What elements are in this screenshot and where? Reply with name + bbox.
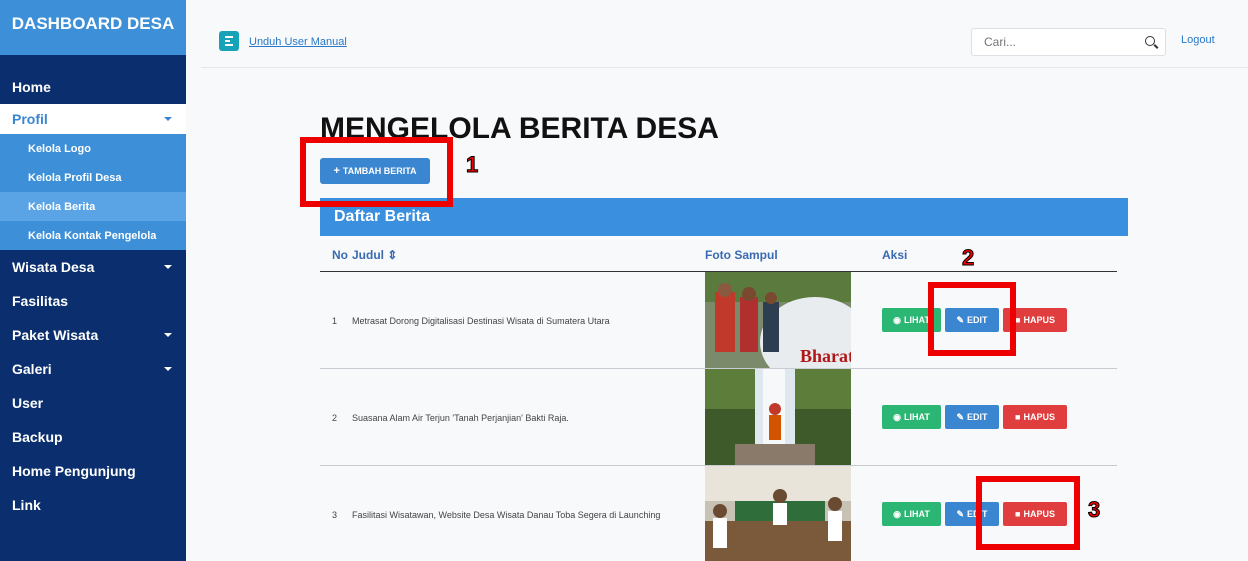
- search-icon[interactable]: [1145, 36, 1155, 46]
- annotation-label-1: 1: [465, 152, 479, 178]
- logout-link[interactable]: Logout: [1181, 34, 1215, 46]
- delete-label: HAPUS: [1023, 315, 1055, 325]
- menu-toggle-icon[interactable]: [219, 31, 239, 51]
- search-input[interactable]: [972, 29, 1122, 55]
- col-foto: Foto Sampul: [705, 248, 778, 262]
- edit-icon: ✎: [956, 508, 965, 519]
- search-box: [971, 28, 1166, 56]
- view-button[interactable]: ◉ LIHAT: [882, 502, 941, 526]
- chevron-down-icon: [164, 117, 172, 121]
- profil-submenu: Kelola Logo Kelola Profil Desa Kelola Be…: [0, 134, 186, 250]
- annotation-label-2: 2: [961, 245, 975, 271]
- row-number: 3: [332, 510, 338, 520]
- sidebar-item-user[interactable]: User: [0, 386, 186, 420]
- table-header: No Judul ⇕ Foto Sampul Aksi: [320, 236, 1117, 272]
- brand-title: DASHBOARD DESA: [0, 0, 186, 55]
- sidebar-subitem-kelola-kontak[interactable]: Kelola Kontak Pengelola: [0, 221, 186, 250]
- col-aksi: Aksi: [882, 248, 908, 262]
- row-title: Fasilitasi Wisatawan, Website Desa Wisat…: [352, 510, 661, 520]
- edit-icon: ✎: [956, 411, 965, 422]
- sidebar: DASHBOARD DESA Home Profil Kelola Logo K…: [0, 0, 186, 561]
- sidebar-item-label: Home: [12, 79, 51, 95]
- annotation-box-1: [300, 137, 453, 207]
- view-label: LIHAT: [904, 509, 930, 519]
- sidebar-item-home[interactable]: Home: [0, 70, 186, 104]
- sidebar-menu: Home Profil Kelola Logo Kelola Profil De…: [0, 70, 186, 522]
- cover-photo: [705, 466, 851, 561]
- eye-icon: ◉: [893, 411, 902, 422]
- row-title: Suasana Alam Air Terjun 'Tanah Perjanjia…: [352, 413, 569, 423]
- row-actions: ◉ LIHAT ✎ EDIT ■ HAPUS: [882, 405, 1067, 429]
- sidebar-item-link[interactable]: Link: [0, 488, 186, 522]
- eye-icon: ◉: [893, 314, 902, 325]
- chevron-down-icon: [164, 265, 172, 269]
- col-judul-sortable[interactable]: Judul ⇕: [352, 248, 397, 262]
- sidebar-item-galeri[interactable]: Galeri: [0, 352, 186, 386]
- sidebar-item-label: Galeri: [12, 361, 52, 377]
- sidebar-item-label: Link: [12, 497, 41, 513]
- sidebar-item-label: Home Pengunjung: [12, 463, 136, 479]
- annotation-label-3: 3: [1087, 497, 1101, 523]
- edit-button[interactable]: ✎ EDIT: [945, 405, 999, 429]
- sidebar-item-label: Paket Wisata: [12, 327, 99, 343]
- sidebar-item-label: Wisata Desa: [12, 259, 95, 275]
- sidebar-item-label: Backup: [12, 429, 63, 445]
- delete-button[interactable]: ■ HAPUS: [1003, 405, 1067, 429]
- svg-text:Bharat: Bharat: [800, 346, 851, 366]
- table-row: 2 Suasana Alam Air Terjun 'Tanah Perjanj…: [320, 369, 1117, 466]
- sidebar-item-backup[interactable]: Backup: [0, 420, 186, 454]
- row-number: 2: [332, 413, 338, 423]
- sidebar-item-paket-wisata[interactable]: Paket Wisata: [0, 318, 186, 352]
- cover-photo: [705, 369, 851, 465]
- sidebar-subitem-kelola-logo[interactable]: Kelola Logo: [0, 134, 186, 163]
- chevron-down-icon: [164, 333, 172, 337]
- trash-icon: ■: [1015, 412, 1021, 422]
- sidebar-item-profil[interactable]: Profil: [0, 104, 186, 134]
- annotation-box-2: [928, 282, 1016, 356]
- sidebar-item-label: User: [12, 395, 44, 411]
- annotation-box-3: [976, 476, 1080, 550]
- view-button[interactable]: ◉ LIHAT: [882, 405, 941, 429]
- sidebar-subitem-kelola-profil-desa[interactable]: Kelola Profil Desa: [0, 163, 186, 192]
- row-title: Metrasat Dorong Digitalisasi Destinasi W…: [352, 316, 610, 326]
- col-no: No: [332, 248, 348, 262]
- view-label: LIHAT: [904, 315, 930, 325]
- eye-icon: ◉: [893, 508, 902, 519]
- sidebar-item-fasilitas[interactable]: Fasilitas: [0, 284, 186, 318]
- sidebar-item-home-pengunjung[interactable]: Home Pengunjung: [0, 454, 186, 488]
- chevron-down-icon: [164, 367, 172, 371]
- sidebar-item-label: Fasilitas: [12, 293, 69, 309]
- sidebar-subitem-kelola-berita[interactable]: Kelola Berita: [0, 192, 186, 221]
- topbar: Unduh User Manual Logout: [201, 0, 1248, 68]
- row-number: 1: [332, 316, 338, 326]
- app: DASHBOARD DESA Home Profil Kelola Logo K…: [0, 0, 1248, 561]
- sidebar-item-wisata-desa[interactable]: Wisata Desa: [0, 250, 186, 284]
- sidebar-item-label: Profil: [12, 111, 48, 127]
- edit-label: EDIT: [967, 412, 988, 422]
- download-manual-link[interactable]: Unduh User Manual: [249, 36, 347, 48]
- delete-label: HAPUS: [1023, 412, 1055, 422]
- cover-photo: Bharat: [705, 272, 851, 368]
- view-label: LIHAT: [904, 412, 930, 422]
